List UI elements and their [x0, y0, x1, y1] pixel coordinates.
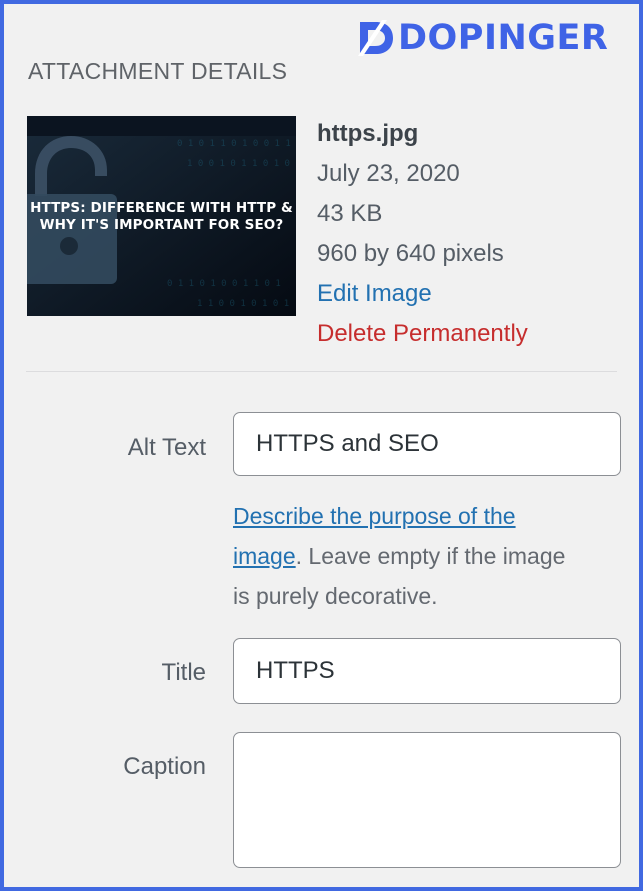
alt-text-help: Describe the purpose of the image. Leave…	[233, 496, 633, 616]
dopinger-logo-icon	[356, 18, 396, 58]
caption-textarea[interactable]	[233, 732, 621, 868]
alt-text-input[interactable]	[233, 412, 621, 476]
brand-logo: DOPINGER	[356, 18, 608, 58]
attachment-details-panel: ATTACHMENT DETAILS DOPINGER 0 1 0 1 1 0 …	[4, 4, 639, 887]
caption-label: Caption	[123, 753, 206, 780]
alt-help-text-end: is purely decorative.	[233, 583, 438, 609]
alt-help-text: . Leave empty if the image	[295, 543, 566, 569]
delete-permanently-link[interactable]: Delete Permanently	[317, 314, 528, 354]
title-input[interactable]	[233, 638, 621, 704]
attachment-thumbnail[interactable]: 0 1 0 1 1 0 1 0 0 1 1 1 0 0 1 0 1 1 0 1 …	[27, 116, 296, 316]
image-dimensions: 960 by 640 pixels	[317, 240, 504, 267]
title-label: Title	[161, 659, 206, 686]
file-name: https.jpg	[317, 120, 419, 147]
svg-text:0 1 1 0 1 0 0 1 1 0 1: 0 1 1 0 1 0 0 1 1 0 1	[167, 279, 281, 289]
panel-title: ATTACHMENT DETAILS	[28, 58, 288, 84]
describe-purpose-link-continued[interactable]: image	[233, 543, 296, 569]
edit-image-link[interactable]: Edit Image	[317, 274, 528, 314]
thumbnail-caption-line-2: WHY IT'S IMPORTANT FOR SEO?	[39, 217, 284, 233]
svg-text:0 1 0 1 1 0 1 0 0 1 1: 0 1 0 1 1 0 1 0 0 1 1	[177, 139, 291, 149]
alt-text-label: Alt Text	[127, 434, 206, 461]
brand-name: DOPINGER	[398, 18, 609, 58]
svg-text:1 0 0 1 0 1 1 0 1 0: 1 0 0 1 0 1 1 0 1 0	[187, 159, 290, 169]
upload-date: July 23, 2020	[317, 160, 460, 187]
svg-text:1 1 0 0 1 0 1 0 1: 1 1 0 0 1 0 1 0 1	[197, 299, 289, 309]
section-divider	[26, 371, 617, 372]
file-meta: https.jpg July 23, 2020 43 KB 960 by 640…	[317, 114, 528, 354]
thumbnail-caption: HTTPS: DIFFERENCE WITH HTTP & WHY IT'S I…	[27, 200, 296, 234]
thumbnail-caption-line-1: HTTPS: DIFFERENCE WITH HTTP &	[30, 200, 293, 216]
describe-purpose-link[interactable]: Describe the purpose of the	[233, 503, 516, 529]
file-size: 43 KB	[317, 200, 383, 227]
